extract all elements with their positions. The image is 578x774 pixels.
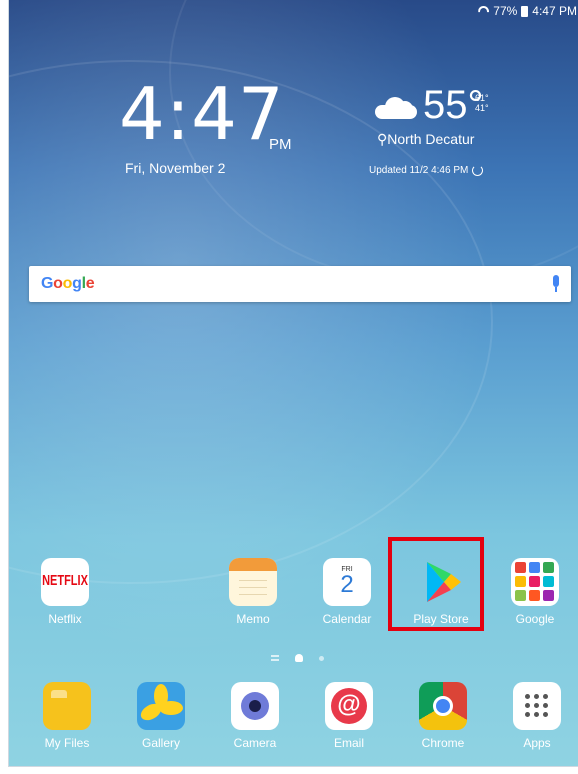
app-label: My Files <box>44 736 90 750</box>
app-netflix[interactable]: NETFLIX Netflix <box>25 558 105 626</box>
google-folder-icon <box>511 558 559 606</box>
app-label: Chrome <box>421 736 465 750</box>
status-time: 4:47 PM <box>532 4 577 18</box>
dock-chrome[interactable]: Chrome <box>403 682 483 750</box>
calendar-date: 2 <box>340 571 354 598</box>
folder-icon <box>43 682 91 730</box>
weather-location: ⚲North Decatur <box>377 131 474 148</box>
location-pin-icon: ⚲ <box>377 131 388 147</box>
home-menu-icon[interactable] <box>271 655 279 661</box>
battery-percent: 77% <box>493 4 518 18</box>
clock-ampm: PM <box>269 136 292 153</box>
google-search-bar[interactable]: Google <box>29 266 571 302</box>
netflix-logo-text: NETFLIX <box>42 573 88 589</box>
apps-grid-icon <box>513 682 561 730</box>
dock-my-files[interactable]: My Files <box>27 682 107 750</box>
play-store-highlight-box <box>388 537 484 631</box>
app-label: Memo <box>236 612 270 626</box>
weather-updated-text: Updated 11/2 4:46 PM <box>369 165 469 176</box>
app-memo[interactable]: Memo <box>213 558 293 626</box>
app-label: Apps <box>523 736 551 750</box>
weather-high-low: 61° 41° <box>475 93 489 113</box>
netflix-icon: NETFLIX <box>41 558 89 606</box>
clock-widget[interactable]: 4:47 PM Fri, November 2 <box>119 72 292 176</box>
email-icon: @ <box>325 682 373 730</box>
weather-location-text: North Decatur <box>387 131 475 147</box>
app-label: Camera <box>233 736 277 750</box>
app-google-folder[interactable]: Google <box>495 558 575 626</box>
dock-apps[interactable]: Apps <box>497 682 577 750</box>
clock-time: 4:47 <box>119 72 285 156</box>
gallery-flower-icon <box>137 682 185 730</box>
memo-icon <box>229 558 277 606</box>
camera-icon <box>231 682 279 730</box>
weather-high: 61° <box>475 93 489 103</box>
mic-icon[interactable] <box>553 275 559 292</box>
wifi-icon <box>478 6 489 17</box>
app-label: Calendar <box>322 612 372 626</box>
app-label: Email <box>333 736 364 750</box>
dock-camera[interactable]: Camera <box>215 682 295 750</box>
status-bar: 77% 4:47 PM <box>478 0 578 22</box>
app-label: Netflix <box>48 612 82 626</box>
app-label: Gallery <box>141 736 180 750</box>
calendar-icon: FRI 2 <box>323 558 371 606</box>
refresh-icon[interactable] <box>472 165 484 176</box>
page-dot-icon[interactable] <box>319 655 324 661</box>
app-label: Google <box>515 612 555 626</box>
weather-updated: Updated 11/2 4:46 PM <box>369 165 484 176</box>
dock-gallery[interactable]: Gallery <box>121 682 201 750</box>
battery-icon <box>521 5 529 17</box>
cloud-icon <box>375 97 417 119</box>
home-page-dot-icon[interactable] <box>295 654 303 662</box>
chrome-icon <box>419 682 467 730</box>
app-calendar[interactable]: FRI 2 Calendar <box>307 558 387 626</box>
weather-low: 41° <box>475 103 489 113</box>
google-logo: Google <box>41 275 95 292</box>
page-indicator <box>271 654 324 662</box>
home-screen: 77% 4:47 PM 4:47 PM Fri, November 2 55° … <box>8 0 578 767</box>
dock-email[interactable]: @ Email <box>309 682 389 750</box>
clock-date: Fri, November 2 <box>125 160 226 176</box>
